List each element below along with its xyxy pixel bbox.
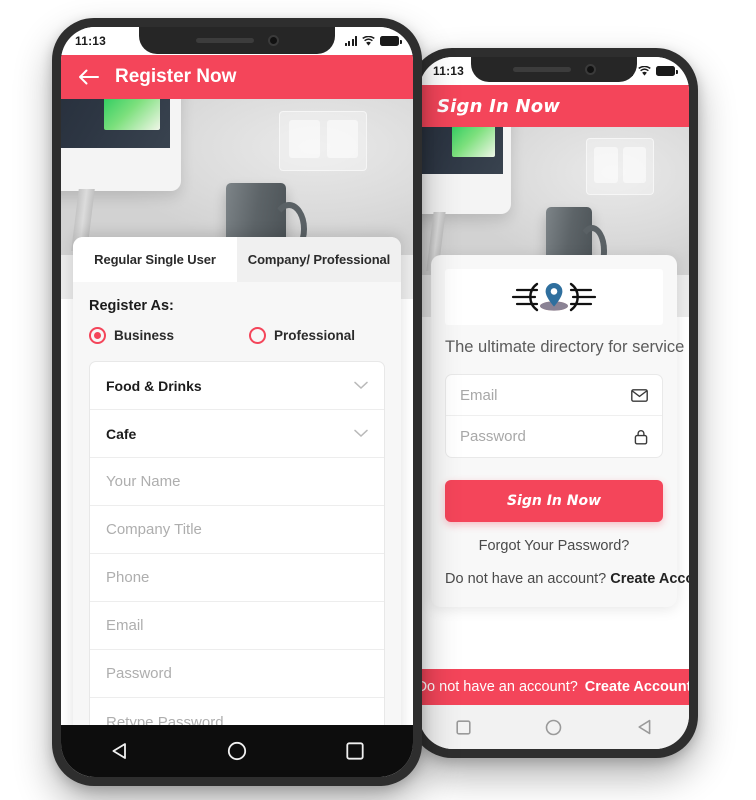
envelope-icon [631,388,648,402]
monitor-decor [61,99,181,251]
email-field[interactable]: Email [446,375,662,417]
signal-bars-icon [344,36,357,46]
app-logo-container [445,269,663,325]
register-nav-bar [61,725,413,777]
signin-card: The ultimate directory for service provi… [431,255,689,608]
status-time: 11:13 [75,34,107,48]
back-triangle-icon[interactable] [637,719,652,735]
no-account-text: Do not have an account? [445,571,607,588]
radio-professional[interactable]: Professional [249,327,355,344]
email-placeholder: Email [460,386,498,404]
tab-regular-single-user[interactable]: Regular Single User [73,237,237,282]
register-notch [139,27,335,54]
password-placeholder: Password [106,665,172,682]
status-icons [344,35,402,47]
app-tagline: The ultimate directory for service provi… [445,338,689,356]
register-as-label: Register As: [89,298,174,314]
radio-business[interactable]: Business [89,327,235,344]
screenshot-stage: 11:13 Sign In Now The ultimate directory… [0,0,756,800]
back-triangle-icon[interactable] [111,742,128,760]
email-field[interactable]: Email [90,602,384,650]
wifi-icon [638,65,651,76]
tab-company-professional[interactable]: Company/ Professional [237,237,401,282]
company-title-field[interactable]: Company Title [90,506,384,554]
radio-professional-dot [249,327,266,344]
register-app-bar: Register Now [61,55,413,99]
signin-phone-frame: 11:13 Sign In Now The ultimate directory… [410,48,698,758]
monitor-screen-decor [61,99,171,149]
password-placeholder: Password [460,428,526,446]
email-placeholder: Email [106,617,144,634]
bottom-cta-strip: Do not have an account? Create Account [419,669,689,705]
signin-page-title: Sign In Now [437,95,561,117]
register-page-title: Register Now [115,66,237,87]
signin-app-bar: Sign In Now [419,85,689,127]
phone-placeholder: Phone [106,569,150,586]
subcategory-value: Cafe [106,425,137,442]
no-account-row: Do not have an account?Create Account [445,571,689,588]
category-value: Food & Drinks [106,377,202,394]
register-form-body: Register As: Business Professional Food … [73,282,401,747]
password-field[interactable]: Password [90,650,384,698]
recents-square-icon[interactable] [456,719,471,735]
create-account-link[interactable]: Create Account [610,571,689,587]
password-field[interactable]: Password [446,416,662,457]
wall-switch-decor [279,111,368,171]
chevron-down-icon [354,429,368,438]
earpiece-speaker-icon [195,38,254,43]
register-as-radio-group: Business Professional [89,327,385,344]
front-camera-icon [584,64,596,75]
signin-notch [471,57,637,82]
battery-icon [656,66,678,76]
phone-field[interactable]: Phone [90,554,384,602]
signin-phone-screen: 11:13 Sign In Now The ultimate directory… [419,57,689,749]
bottom-create-account-link[interactable]: Create Account [585,679,689,695]
category-select[interactable]: Food & Drinks [90,362,384,410]
register-phone-screen: 11:13 Register Now Regular Single User C… [61,27,413,777]
register-phone-frame: 11:13 Register Now Regular Single User C… [52,18,422,786]
bottom-cta-text: Do not have an account? [419,679,578,695]
register-field-list: Food & Drinks Cafe Your Name Company Tit… [89,361,385,747]
company-title-placeholder: Company Title [106,521,202,538]
recents-square-icon[interactable] [345,742,364,760]
signin-fields: Email Password [445,374,663,459]
signin-button[interactable]: Sign In Now [445,480,663,523]
chevron-down-icon [354,381,368,390]
subcategory-select[interactable]: Cafe [90,410,384,458]
monitor-decor [419,127,511,271]
radio-business-label: Business [114,328,175,343]
radio-professional-label: Professional [274,328,356,343]
monitor-screen-decor [419,127,503,174]
status-time: 11:13 [433,64,465,78]
home-circle-icon[interactable] [227,741,247,761]
earpiece-speaker-icon [512,67,571,72]
your-name-field[interactable]: Your Name [90,458,384,506]
battery-icon [380,36,402,46]
location-pin-logo-icon [511,282,597,312]
lock-icon [634,429,648,445]
front-camera-icon [267,35,279,46]
radio-business-dot [89,327,106,344]
wall-switch-decor [586,138,654,196]
your-name-placeholder: Your Name [106,473,181,490]
forgot-password-link[interactable]: Forgot Your Password? [445,538,663,554]
wifi-icon [362,35,375,46]
signin-nav-bar [419,705,689,749]
back-arrow-icon[interactable] [77,66,99,88]
register-tabs: Regular Single User Company/ Professiona… [73,237,401,282]
home-circle-icon[interactable] [545,719,562,736]
register-card: Regular Single User Company/ Professiona… [73,237,401,777]
